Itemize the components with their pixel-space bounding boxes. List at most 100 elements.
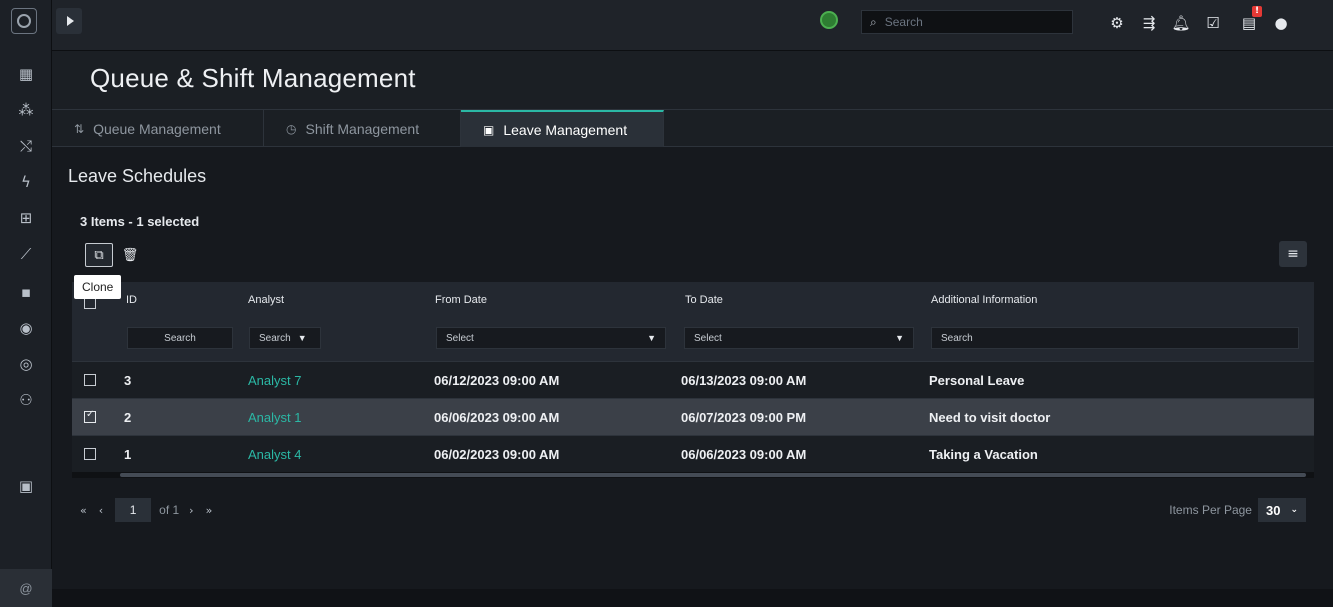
system-status-icon[interactable] bbox=[820, 11, 838, 29]
dashboard-icon[interactable]: ▦ bbox=[0, 56, 52, 92]
clone-tooltip: Clone bbox=[74, 275, 122, 299]
cell-info: Need to visit doctor bbox=[929, 410, 1051, 425]
filter-text: Search bbox=[259, 332, 291, 344]
items-per-page-label: Items Per Page bbox=[1169, 503, 1252, 517]
system-alert-icon[interactable]: ▤! bbox=[1235, 6, 1263, 36]
analytics-icon[interactable]: ⟋ bbox=[0, 236, 52, 272]
page-header: Queue & Shift Management bbox=[52, 51, 1333, 110]
row-checkbox[interactable] bbox=[84, 409, 96, 423]
first-page-button[interactable]: « bbox=[80, 504, 87, 517]
table-row[interactable]: 2 Analyst 1 06/06/2023 09:00 AM 06/07/20… bbox=[72, 398, 1314, 435]
leave-schedule-table: ID Analyst From Date To Date Additional … bbox=[72, 282, 1314, 478]
row-checkbox[interactable] bbox=[84, 448, 96, 460]
cell-id: 2 bbox=[124, 410, 132, 425]
cell-from-date: 06/06/2023 09:00 AM bbox=[434, 410, 560, 425]
delete-button[interactable]: 🗑︎ bbox=[116, 243, 144, 267]
table-header: ID Analyst From Date To Date Additional … bbox=[72, 282, 1314, 361]
modules-icon[interactable]: ▪ bbox=[0, 274, 52, 310]
people-icon[interactable]: ⚇ bbox=[0, 382, 52, 418]
tab-label: Shift Management bbox=[305, 120, 420, 137]
calendar-icon: ▣ bbox=[483, 122, 495, 137]
clone-icon: ⧉ bbox=[94, 247, 104, 263]
caret-down-icon: ▼ bbox=[297, 333, 307, 343]
queue-icon: ⇅ bbox=[74, 121, 85, 136]
prev-page-button[interactable]: ‹ bbox=[99, 504, 103, 517]
chevron-down-icon: ⌄ bbox=[1290, 505, 1298, 515]
cell-analyst-link[interactable]: Analyst 1 bbox=[248, 410, 301, 425]
tab-shift-management[interactable]: ◷ Shift Management bbox=[264, 110, 461, 147]
cell-from-date: 06/12/2023 09:00 AM bbox=[434, 373, 560, 388]
next-page-button[interactable]: › bbox=[189, 504, 193, 517]
shuffle-icon[interactable]: ⤭ bbox=[0, 128, 52, 164]
cell-analyst-link[interactable]: Analyst 7 bbox=[248, 373, 301, 388]
filter-text: Select bbox=[694, 332, 722, 344]
at-icon[interactable]: @ bbox=[0, 569, 52, 607]
clock-icon: ◷ bbox=[286, 121, 297, 136]
expand-sidebar-button[interactable] bbox=[56, 8, 82, 34]
item-count: 3 Items - 1 selected bbox=[80, 214, 200, 229]
global-search[interactable]: ⌕ bbox=[861, 10, 1073, 34]
filter-text: Select bbox=[446, 332, 474, 344]
cell-to-date: 06/13/2023 09:00 AM bbox=[681, 373, 807, 388]
to-date-filter-select[interactable]: Select ▼ bbox=[684, 327, 914, 349]
row-checkbox[interactable] bbox=[84, 374, 96, 386]
cell-analyst-link[interactable]: Analyst 4 bbox=[248, 447, 301, 462]
section-title: Leave Schedules bbox=[68, 166, 207, 186]
app-logo-icon[interactable] bbox=[11, 8, 37, 34]
filter-text: Search bbox=[941, 332, 973, 344]
workflow-icon[interactable]: ⇶ bbox=[1135, 10, 1163, 36]
cell-to-date: 06/06/2023 09:00 AM bbox=[681, 447, 807, 462]
bell-icon[interactable]: 🔔︎ bbox=[1167, 10, 1195, 36]
tab-queue-management[interactable]: ⇅ Queue Management bbox=[52, 110, 264, 147]
top-bar: ⌕ ⚙ ⇶ 🔔︎ ☑ ▤! ● bbox=[52, 0, 1333, 51]
clone-button[interactable]: ⧉ bbox=[85, 243, 113, 267]
column-header-id[interactable]: ID bbox=[126, 294, 137, 306]
tab-bar: ⇅ Queue Management ◷ Shift Management ▣ … bbox=[52, 110, 1333, 147]
alert-badge: ! bbox=[1252, 6, 1262, 17]
filter-text: Search bbox=[164, 332, 196, 344]
info-filter-input[interactable]: Search bbox=[931, 327, 1299, 349]
hub-icon[interactable]: ◉ bbox=[0, 310, 52, 346]
trash-icon: 🗑︎ bbox=[121, 247, 139, 263]
bank-icon[interactable]: ⊞ bbox=[0, 200, 52, 236]
cell-info: Taking a Vacation bbox=[929, 447, 1038, 462]
playbook-icon[interactable]: ϟ bbox=[0, 164, 52, 200]
horizontal-scrollbar[interactable] bbox=[72, 472, 1314, 478]
tab-leave-management[interactable]: ▣ Leave Management bbox=[461, 110, 664, 147]
caret-down-icon: ▼ bbox=[647, 333, 656, 343]
tab-label: Leave Management bbox=[503, 121, 628, 138]
incidents-icon[interactable]: ⁂ bbox=[0, 92, 52, 128]
column-header-to-date[interactable]: To Date bbox=[685, 294, 723, 306]
analyst-filter-select[interactable]: Search ▼ bbox=[249, 327, 321, 349]
global-search-input[interactable] bbox=[884, 15, 1045, 29]
items-per-page-value: 30 bbox=[1265, 502, 1281, 518]
page-title: Queue & Shift Management bbox=[90, 63, 416, 93]
items-per-page: Items Per Page 30 ⌄ bbox=[1169, 498, 1306, 522]
hamburger-icon: ≡ bbox=[1287, 246, 1299, 262]
column-menu-button[interactable]: ≡ bbox=[1279, 241, 1307, 267]
caret-down-icon: ▼ bbox=[895, 333, 904, 343]
pagination: « ‹ 1 of 1 › » bbox=[80, 498, 224, 522]
left-sidebar: ▦ ⁂ ⤭ ϟ ⊞ ⟋ ▪ ◉ ◎ ⚇ ▣ @ bbox=[0, 0, 52, 607]
clipboard-icon[interactable]: ▣ bbox=[0, 468, 52, 504]
page-of-label: of 1 bbox=[159, 503, 180, 517]
table-row[interactable]: 1 Analyst 4 06/02/2023 09:00 AM 06/06/20… bbox=[72, 435, 1314, 472]
cell-id: 1 bbox=[124, 447, 132, 462]
scrollbar-thumb[interactable] bbox=[120, 473, 1306, 477]
column-header-from-date[interactable]: From Date bbox=[435, 294, 487, 306]
globe-icon[interactable]: ◎ bbox=[0, 346, 52, 382]
from-date-filter-select[interactable]: Select ▼ bbox=[436, 327, 666, 349]
search-icon: ⌕ bbox=[870, 14, 877, 29]
items-per-page-select[interactable]: 30 ⌄ bbox=[1257, 498, 1306, 522]
column-header-additional-info[interactable]: Additional Information bbox=[931, 294, 1037, 306]
cell-info: Personal Leave bbox=[929, 373, 1025, 388]
task-check-icon[interactable]: ☑ bbox=[1199, 10, 1227, 36]
id-filter-input[interactable]: Search bbox=[127, 327, 233, 349]
user-avatar-icon[interactable]: ● bbox=[1267, 10, 1295, 36]
page-number-input[interactable]: 1 bbox=[115, 498, 152, 522]
column-header-analyst[interactable]: Analyst bbox=[248, 294, 284, 306]
tab-label: Queue Management bbox=[93, 120, 221, 137]
table-row[interactable]: 3 Analyst 7 06/12/2023 09:00 AM 06/13/20… bbox=[72, 361, 1314, 398]
last-page-button[interactable]: » bbox=[206, 504, 213, 517]
settings-gear-icon[interactable]: ⚙ bbox=[1103, 10, 1131, 36]
